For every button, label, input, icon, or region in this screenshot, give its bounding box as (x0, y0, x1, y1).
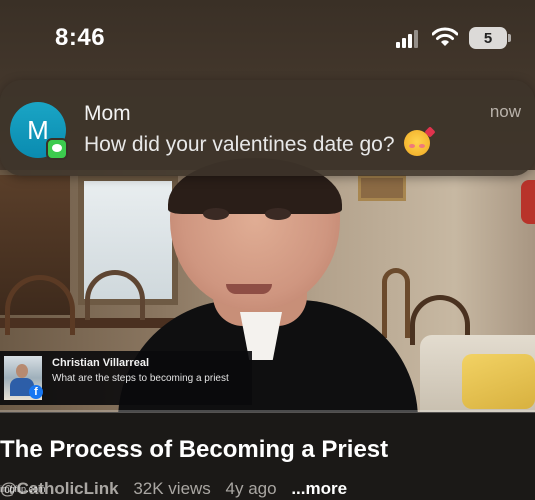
smiling-face-with-hearts-icon (404, 130, 431, 156)
speaker-eye (203, 208, 229, 220)
facebook-icon: f (29, 385, 43, 399)
messages-icon (46, 138, 68, 160)
background-pillow (462, 354, 535, 409)
speaker-eye (265, 208, 291, 220)
notification-message-text: How did your valentines date go? (84, 133, 395, 156)
watermark: imgflip.com (0, 484, 46, 494)
video-title[interactable]: The Process of Becoming a Priest (0, 436, 388, 464)
message-notification[interactable]: M Mom How did your valentines date go? n… (0, 80, 535, 176)
caption-name: Christian Villarreal (52, 357, 150, 369)
notification-message: How did your valentines date go? (84, 130, 431, 157)
battery-tip (508, 34, 511, 42)
background-red-object (521, 180, 535, 224)
upload-age: 4y ago (225, 479, 277, 498)
wifi-icon (432, 27, 458, 46)
signal-icon (396, 30, 418, 48)
more-button[interactable]: ...more (291, 479, 347, 498)
background-picture-frame (358, 175, 406, 201)
battery-icon: 5 (469, 27, 507, 49)
notification-sender: Mom (84, 102, 131, 125)
status-time: 8:46 (55, 24, 106, 51)
background-chair (382, 268, 410, 338)
video-metadata: @CatholicLink 32K views 4y ago ...more (0, 479, 357, 499)
notification-time: now (489, 102, 521, 121)
view-count: 32K views (133, 479, 211, 498)
speaker-mouth (226, 284, 272, 294)
caption-question: What are the steps to becoming a priest (52, 373, 229, 384)
